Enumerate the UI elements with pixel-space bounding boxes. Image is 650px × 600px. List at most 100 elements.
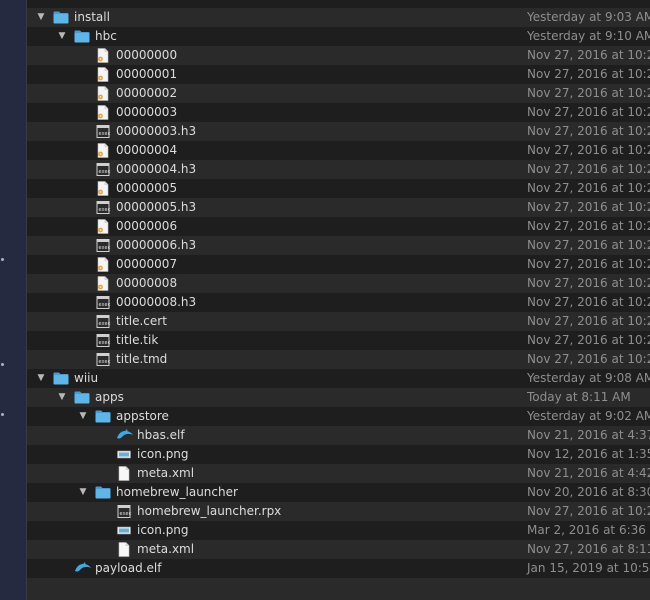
file-row[interactable]: exec title.cert Nov 27, 2016 at 10:26 (27, 312, 650, 331)
file-row[interactable]: 00000005 Nov 27, 2016 at 10:26 (27, 179, 650, 198)
terminal-file-icon: exec (95, 125, 111, 138)
date-modified: Nov 27, 2016 at 10:26 (527, 333, 650, 347)
date-modified: Nov 27, 2016 at 10:26 (527, 124, 650, 138)
folder-row[interactable]: ▼ apps Today at 8:11 AM (27, 388, 650, 407)
folder-row[interactable]: ▼ hbc Yesterday at 9:10 AM (27, 27, 650, 46)
svg-text:exec: exec (99, 321, 111, 327)
document-icon (95, 86, 111, 101)
svg-text:exec: exec (99, 302, 111, 308)
file-row[interactable]: 00000007 Nov 27, 2016 at 10:26 (27, 255, 650, 274)
document-icon (95, 276, 111, 291)
file-name: hbas.elf (137, 428, 185, 442)
svg-text:exec: exec (99, 169, 111, 175)
date-modified: Nov 12, 2016 at 1:35 P (527, 447, 650, 461)
file-row[interactable]: exec title.tmd Nov 27, 2016 at 10:26 (27, 350, 650, 369)
terminal-file-icon: exec (95, 353, 111, 366)
file-row[interactable]: exec title.tik Nov 27, 2016 at 10:26 (27, 331, 650, 350)
image-file-icon (116, 524, 132, 537)
folder-row[interactable]: ▼ appstore Yesterday at 9:02 AM (27, 407, 650, 426)
date-modified: Jan 15, 2019 at 10:50 (527, 561, 650, 575)
file-row[interactable]: exec 00000006.h3 Nov 27, 2016 at 10:26 (27, 236, 650, 255)
svg-text:exec: exec (99, 245, 111, 251)
file-name: title.tmd (116, 352, 168, 366)
date-modified: Nov 27, 2016 at 10:26 (527, 257, 650, 271)
document-icon (95, 181, 111, 196)
file-row[interactable]: 00000003 Nov 27, 2016 at 10:26 (27, 103, 650, 122)
file-row[interactable]: 00000006 Nov 27, 2016 at 10:26 (27, 217, 650, 236)
document-icon (95, 219, 111, 234)
date-modified: Nov 27, 2016 at 10:26 (527, 200, 650, 214)
terminal-file-icon: exec (95, 315, 111, 328)
file-row[interactable]: icon.png Mar 2, 2016 at 6:36 PM (27, 521, 650, 540)
date-modified: Yesterday at 9:02 AM (527, 409, 650, 423)
date-modified: Nov 27, 2016 at 10:26 (527, 86, 650, 100)
file-row[interactable]: exec 00000005.h3 Nov 27, 2016 at 10:26 (27, 198, 650, 217)
file-name: icon.png (137, 447, 189, 461)
file-name: payload.elf (95, 561, 162, 575)
file-name: 00000003.h3 (116, 124, 197, 138)
dolphin-elf-icon (74, 562, 91, 575)
file-row[interactable]: meta.xml Nov 27, 2016 at 8:11 P (27, 540, 650, 559)
svg-text:exec: exec (99, 207, 111, 213)
date-modified: Nov 27, 2016 at 10:26 (527, 48, 650, 62)
file-name: 00000007 (116, 257, 178, 271)
file-row[interactable]: meta.xml Nov 21, 2016 at 4:42 A (27, 464, 650, 483)
folder-icon (74, 391, 90, 404)
folder-icon (53, 372, 69, 385)
sidebar-dot (1, 413, 4, 416)
folder-row[interactable]: ▼ homebrew_launcher Nov 20, 2016 at 8:30 … (27, 483, 650, 502)
file-row[interactable]: exec 00000003.h3 Nov 27, 2016 at 10:26 (27, 122, 650, 141)
date-modified: Nov 27, 2016 at 10:26 (527, 67, 650, 81)
disclosure-triangle-icon[interactable]: ▼ (35, 369, 47, 388)
folder-row[interactable]: ▼ install Yesterday at 9:03 AM (27, 8, 650, 27)
disclosure-triangle-icon[interactable]: ▼ (56, 388, 68, 407)
svg-text:exec: exec (99, 359, 111, 365)
folder-icon (74, 30, 90, 43)
file-name: wiiu (74, 371, 99, 385)
file-name: homebrew_launcher.rpx (137, 504, 282, 518)
file-name: 00000008 (116, 276, 178, 290)
date-modified: Nov 27, 2016 at 10:26 (527, 295, 650, 309)
date-modified: Nov 27, 2016 at 8:11 P (527, 542, 650, 556)
sidebar-edge (0, 0, 27, 600)
date-modified: Nov 27, 2016 at 10:26 (527, 219, 650, 233)
terminal-file-icon: exec (95, 163, 111, 176)
file-name: 00000006.h3 (116, 238, 197, 252)
folder-row[interactable]: ▼ wiiu Yesterday at 9:08 AM (27, 369, 650, 388)
file-name: title.cert (116, 314, 167, 328)
file-name: install (74, 10, 110, 24)
svg-text:exec: exec (99, 340, 111, 346)
document-icon (95, 48, 111, 63)
file-row[interactable]: exec 00000008.h3 Nov 27, 2016 at 10:26 (27, 293, 650, 312)
disclosure-triangle-icon[interactable]: ▼ (35, 8, 47, 27)
file-row[interactable]: 00000004 Nov 27, 2016 at 10:26 (27, 141, 650, 160)
disclosure-triangle-icon[interactable]: ▼ (77, 483, 89, 502)
svg-text:exec: exec (120, 511, 132, 517)
file-row[interactable]: 00000002 Nov 27, 2016 at 10:26 (27, 84, 650, 103)
date-modified: Nov 27, 2016 at 10:26 (527, 162, 650, 176)
file-name: icon.png (137, 523, 189, 537)
sidebar-dot (1, 363, 4, 366)
file-row[interactable]: 00000008 Nov 27, 2016 at 10:26 (27, 274, 650, 293)
file-row[interactable]: icon.png Nov 12, 2016 at 1:35 P (27, 445, 650, 464)
date-modified: Nov 27, 2016 at 10:26 (527, 181, 650, 195)
folder-icon (53, 11, 69, 24)
terminal-file-icon: exec (95, 239, 111, 252)
file-name: 00000001 (116, 67, 178, 81)
date-modified: Yesterday at 9:03 AM (527, 10, 650, 24)
date-modified: Nov 27, 2016 at 10:26 (527, 314, 650, 328)
disclosure-triangle-icon[interactable]: ▼ (77, 407, 89, 426)
disclosure-triangle-icon[interactable]: ▼ (56, 27, 68, 46)
file-row[interactable]: exec 00000004.h3 Nov 27, 2016 at 10:26 (27, 160, 650, 179)
file-name: 00000005.h3 (116, 200, 197, 214)
file-row[interactable]: hbas.elf Nov 21, 2016 at 4:37 A (27, 426, 650, 445)
terminal-file-icon: exec (116, 505, 132, 518)
file-row[interactable]: exec homebrew_launcher.rpx Nov 27, 2016 a… (27, 502, 650, 521)
file-row[interactable]: 00000001 Nov 27, 2016 at 10:26 (27, 65, 650, 84)
date-modified: Nov 27, 2016 at 10:26 (527, 143, 650, 157)
file-row[interactable]: 00000000 Nov 27, 2016 at 10:26 (27, 46, 650, 65)
date-modified: Nov 27, 2016 at 10:26 (527, 238, 650, 252)
file-name: apps (95, 390, 124, 404)
file-row[interactable]: payload.elf Jan 15, 2019 at 10:50 (27, 559, 650, 578)
file-name: meta.xml (137, 466, 195, 480)
